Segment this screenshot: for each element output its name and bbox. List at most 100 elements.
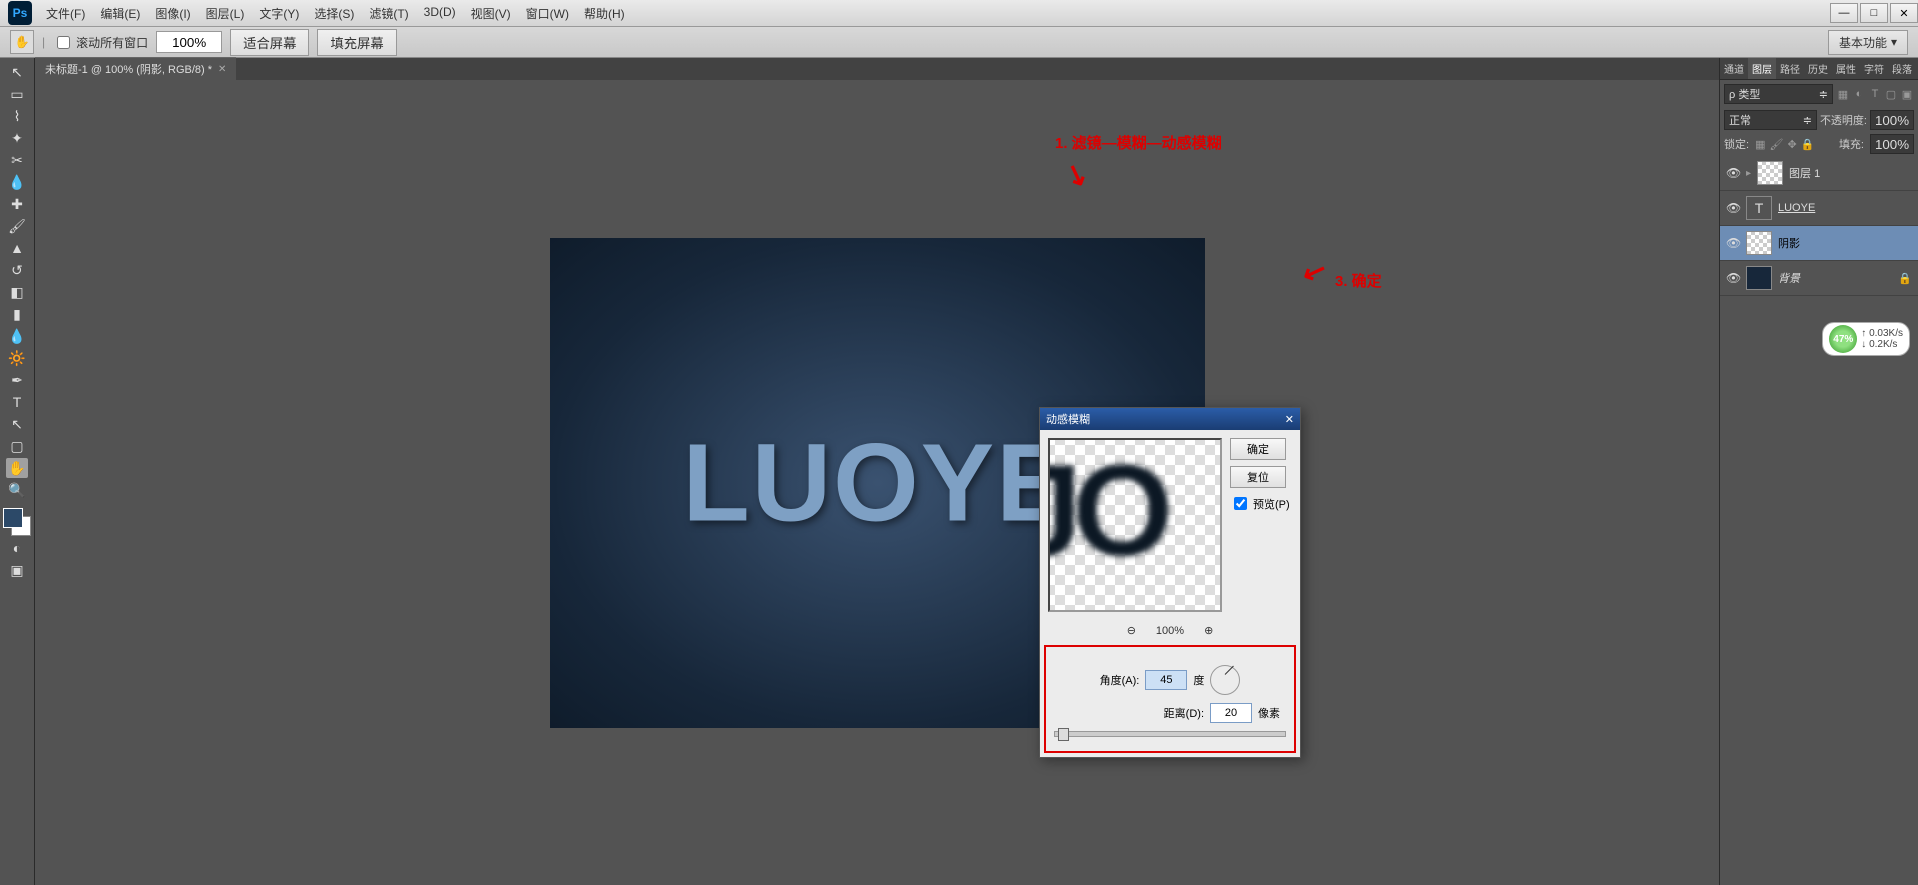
zoom-tool[interactable]: 🔍 <box>6 480 28 500</box>
path-tool[interactable]: ↖ <box>6 414 28 434</box>
layer-row-selected[interactable]: 👁 阴影 <box>1720 226 1918 261</box>
menu-type[interactable]: 文字(Y) <box>253 2 305 25</box>
menubar: 文件(F) 编辑(E) 图像(I) 图层(L) 文字(Y) 选择(S) 滤镜(T… <box>40 2 631 25</box>
dialog-preview[interactable]: JO <box>1048 438 1222 612</box>
maximize-button[interactable]: □ <box>1860 3 1888 23</box>
eyedropper-tool[interactable]: 💧 <box>6 172 28 192</box>
canvas-text: LUOYE <box>683 419 1072 546</box>
filter-smart-icon[interactable]: ▣ <box>1900 88 1914 101</box>
dodge-tool[interactable]: 🔆 <box>6 348 28 368</box>
preview-checkbox[interactable]: 预览(P) <box>1230 494 1290 513</box>
zoom-in-icon[interactable]: ⊕ <box>1204 624 1213 637</box>
distance-input[interactable] <box>1210 703 1252 723</box>
network-widget[interactable]: 47% ↑ 0.03K/s ↓ 0.2K/s <box>1822 322 1910 356</box>
filter-adjust-icon[interactable]: ◐ <box>1852 88 1866 101</box>
fit-screen-button[interactable]: 适合屏幕 <box>230 29 309 56</box>
opacity-input[interactable] <box>1870 110 1914 130</box>
history-brush-tool[interactable]: ↺ <box>6 260 28 280</box>
workspace-dropdown[interactable]: 基本功能▾ <box>1828 30 1908 55</box>
distance-slider[interactable] <box>1054 731 1286 737</box>
menu-window[interactable]: 窗口(W) <box>520 2 575 25</box>
eraser-tool[interactable]: ◧ <box>6 282 28 302</box>
tab-character[interactable]: 字符 <box>1860 58 1888 79</box>
dialog-close-icon[interactable]: ✕ <box>1285 413 1294 426</box>
fill-screen-button[interactable]: 填充屏幕 <box>317 29 396 56</box>
lock-paint-icon[interactable]: 🖌 <box>1769 138 1783 151</box>
document-tab[interactable]: 未标题-1 @ 100% (阴影, RGB/8) * ✕ <box>35 57 236 80</box>
move-tool[interactable]: ↖ <box>6 62 28 82</box>
lock-all-icon[interactable]: 🔒 <box>1801 138 1815 151</box>
ok-button[interactable]: 确定 <box>1230 438 1286 460</box>
pen-tool[interactable]: ✒ <box>6 370 28 390</box>
network-percent: 47% <box>1829 325 1857 353</box>
menu-select[interactable]: 选择(S) <box>308 2 360 25</box>
tab-layers[interactable]: 图层 <box>1748 58 1776 79</box>
zoom-input[interactable] <box>156 31 222 53</box>
angle-dial[interactable] <box>1210 665 1240 695</box>
lock-trans-icon[interactable]: ▦ <box>1755 138 1765 151</box>
layer-row[interactable]: 👁 T LUOYE <box>1720 191 1918 226</box>
tab-paths[interactable]: 路径 <box>1776 58 1804 79</box>
filter-pixel-icon[interactable]: ▦ <box>1836 88 1850 101</box>
shape-tool[interactable]: ▢ <box>6 436 28 456</box>
crop-tool[interactable]: ✂ <box>6 150 28 170</box>
hand-tool[interactable]: ✋ <box>6 458 28 478</box>
brush-tool[interactable]: 🖌 <box>6 216 28 236</box>
blur-tool[interactable]: 💧 <box>6 326 28 346</box>
tab-history[interactable]: 历史 <box>1804 58 1832 79</box>
minimize-button[interactable]: — <box>1830 3 1858 23</box>
tab-channels[interactable]: 通道 <box>1720 58 1748 79</box>
zoom-out-icon[interactable]: ⊖ <box>1127 624 1136 637</box>
visibility-icon[interactable]: 👁 <box>1726 236 1740 250</box>
filter-shape-icon[interactable]: ▢ <box>1884 88 1898 101</box>
color-chips[interactable] <box>3 508 31 536</box>
menu-help[interactable]: 帮助(H) <box>578 2 631 25</box>
menu-layer[interactable]: 图层(L) <box>200 2 251 25</box>
marquee-tool[interactable]: ▭ <box>6 84 28 104</box>
visibility-icon[interactable]: 👁 <box>1726 271 1740 285</box>
visibility-icon[interactable]: 👁 <box>1726 201 1740 215</box>
menu-view[interactable]: 视图(V) <box>465 2 517 25</box>
lock-icon: 🔒 <box>1898 272 1912 285</box>
menu-3d[interactable]: 3D(D) <box>418 2 462 25</box>
canvas-area[interactable]: LUOYE 1. 滤镜—模糊—动感模糊 ↘ ↙ 3. 确定 ↗ 2. 设置参数 … <box>35 80 1719 885</box>
angle-input[interactable] <box>1145 670 1187 690</box>
wand-tool[interactable]: ✦ <box>6 128 28 148</box>
menu-filter[interactable]: 滤镜(T) <box>363 2 414 25</box>
gradient-tool[interactable]: ▮ <box>6 304 28 324</box>
foreground-color-chip[interactable] <box>3 508 23 528</box>
filter-icons[interactable]: ▦ ◐ T ▢ ▣ <box>1836 88 1914 101</box>
layer-thumbnail[interactable] <box>1757 161 1783 185</box>
lock-pos-icon[interactable]: ✥ <box>1787 138 1796 151</box>
menu-image[interactable]: 图像(I) <box>149 2 196 25</box>
type-tool[interactable]: T <box>6 392 28 412</box>
layer-thumbnail[interactable] <box>1746 266 1772 290</box>
hand-tool-icon[interactable]: ✋ <box>10 30 34 54</box>
close-button[interactable]: ✕ <box>1890 3 1918 23</box>
tab-paragraph[interactable]: 段落 <box>1888 58 1916 79</box>
layer-row[interactable]: 👁 背景 🔒 <box>1720 261 1918 296</box>
fill-input[interactable] <box>1870 134 1914 154</box>
expand-icon[interactable]: ▸ <box>1746 168 1751 179</box>
slider-thumb[interactable] <box>1058 728 1069 741</box>
healing-tool[interactable]: ✚ <box>6 194 28 214</box>
visibility-icon[interactable]: 👁 <box>1726 166 1740 180</box>
download-speed: ↓ 0.2K/s <box>1861 339 1903 350</box>
stamp-tool[interactable]: ▲ <box>6 238 28 258</box>
annotation-step1: 1. 滤镜—模糊—动感模糊 <box>1055 132 1222 153</box>
close-tab-icon[interactable]: ✕ <box>218 64 226 75</box>
lasso-tool[interactable]: ⌇ <box>6 106 28 126</box>
reset-button[interactable]: 复位 <box>1230 466 1286 488</box>
menu-file[interactable]: 文件(F) <box>40 2 91 25</box>
layer-row[interactable]: 👁 ▸ 图层 1 <box>1720 156 1918 191</box>
blend-mode-dropdown[interactable]: 正常≑ <box>1724 110 1817 130</box>
tab-properties[interactable]: 属性 <box>1832 58 1860 79</box>
layer-thumbnail[interactable] <box>1746 231 1772 255</box>
dialog-titlebar[interactable]: 动感模糊 ✕ <box>1040 408 1300 430</box>
screenmode-tool[interactable]: ▣ <box>6 560 28 580</box>
layer-filter-dropdown[interactable]: ρ 类型≑ <box>1724 84 1833 104</box>
filter-type-icon[interactable]: T <box>1868 88 1882 101</box>
menu-edit[interactable]: 编辑(E) <box>94 2 146 25</box>
scroll-all-checkbox[interactable]: 滚动所有窗口 <box>53 33 148 52</box>
quickmask-tool[interactable]: ◐ <box>6 538 28 558</box>
